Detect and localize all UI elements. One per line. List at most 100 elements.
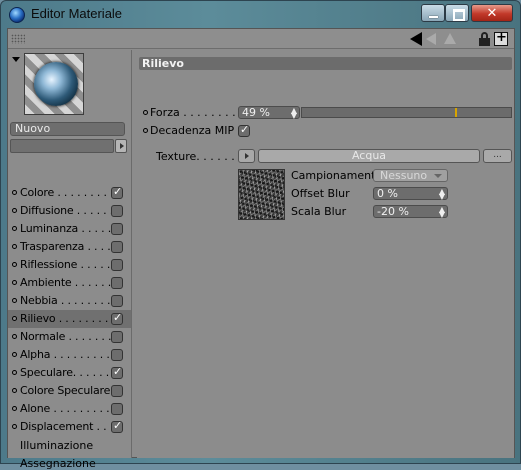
offset-blur-input[interactable]: 0 % ▲ ▼ <box>373 187 448 201</box>
channel-label: Diffusione . . . . . . <box>20 204 114 217</box>
new-window-icon[interactable] <box>494 30 508 46</box>
channel-item[interactable]: Nebbia . . . . . . . . <box>8 292 131 310</box>
channel-checkbox[interactable] <box>111 259 123 271</box>
mip-checkbox[interactable] <box>238 123 250 137</box>
animate-dot-icon[interactable] <box>12 370 17 375</box>
channel-label: Rilievo . . . . . . . . <box>20 312 109 325</box>
animate-dot-icon[interactable] <box>12 334 17 339</box>
scala-blur-input[interactable]: -20 % ▲ ▼ <box>373 205 448 219</box>
channel-checkbox[interactable] <box>111 365 123 379</box>
channel-checkbox[interactable] <box>111 185 123 199</box>
animate-dot-icon[interactable] <box>12 298 17 303</box>
channel-checkbox[interactable] <box>111 241 123 253</box>
preset-field[interactable] <box>10 139 114 153</box>
texture-name-button[interactable]: Acqua <box>258 149 480 163</box>
campionamento-label: Campionamento <box>291 169 383 182</box>
channel-item[interactable]: Speculare. . . . . . <box>8 364 131 382</box>
channel-item[interactable]: Colore Speculare <box>8 382 131 400</box>
lock-icon[interactable] <box>478 32 492 46</box>
illuminazione-item[interactable]: Illuminazione <box>20 439 93 452</box>
channel-checkbox[interactable] <box>111 331 123 343</box>
channel-item[interactable]: Displacement . . <box>8 418 131 436</box>
texture-menu-button[interactable] <box>238 149 255 163</box>
channel-checkbox[interactable] <box>111 419 123 433</box>
forza-input[interactable]: 49 % ▲ ▼ <box>238 106 300 120</box>
maximize-button[interactable] <box>445 4 469 22</box>
channel-item[interactable]: Normale . . . . . . . <box>8 328 131 346</box>
spinner-icon[interactable]: ▲ ▼ <box>291 107 297 120</box>
channel-item[interactable]: Ambiente . . . . . . <box>8 274 131 292</box>
animate-dot-icon[interactable] <box>12 352 17 357</box>
material-preview[interactable] <box>24 53 84 115</box>
animate-dot-icon[interactable] <box>143 110 148 115</box>
forza-label: Forza . . . . . . . . <box>143 106 236 119</box>
channel-label: Normale . . . . . . . <box>20 330 112 343</box>
channel-checkbox[interactable] <box>111 349 123 361</box>
channel-label: Speculare. . . . . . <box>20 366 110 379</box>
close-button[interactable]: ✕ <box>471 4 513 22</box>
spinner-icon[interactable]: ▲ ▼ <box>439 188 445 201</box>
scala-blur-label: Scala Blur <box>291 205 347 218</box>
animate-dot-icon[interactable] <box>12 316 17 321</box>
channel-label: Alpha . . . . . . . . . <box>20 348 110 361</box>
animate-dot-icon[interactable] <box>12 208 17 213</box>
spinner-icon[interactable]: ▲ ▼ <box>439 206 445 219</box>
slider-marker[interactable] <box>455 108 457 117</box>
chevron-down-icon <box>434 174 442 178</box>
channel-item[interactable]: Colore . . . . . . . . <box>8 184 131 202</box>
animate-dot-icon[interactable] <box>12 424 17 429</box>
channel-checkbox[interactable] <box>111 385 123 397</box>
preview-sphere <box>34 62 78 106</box>
channel-checkbox[interactable] <box>111 223 123 235</box>
forza-slider[interactable] <box>301 107 512 118</box>
channel-checkbox[interactable] <box>111 295 123 307</box>
animate-dot-icon[interactable] <box>143 128 148 133</box>
channel-checkbox[interactable] <box>111 205 123 217</box>
channel-item[interactable]: Riflessione . . . . . <box>8 256 131 274</box>
animate-dot-icon[interactable] <box>12 244 17 249</box>
toolbar <box>8 29 514 49</box>
channel-item[interactable]: Luminanza . . . . . <box>8 220 131 238</box>
offset-blur-label: Offset Blur <box>291 187 350 200</box>
animate-dot-icon[interactable] <box>12 388 17 393</box>
channel-label: Displacement . . <box>20 420 107 433</box>
animate-dot-icon[interactable] <box>12 262 17 267</box>
channel-sidebar: Nuovo Colore . . . . . . . . Diffusione .… <box>8 50 132 470</box>
channel-item[interactable]: Diffusione . . . . . . <box>8 202 131 220</box>
close-icon: ✕ <box>486 6 498 21</box>
preset-arrow-button[interactable] <box>115 139 127 153</box>
channel-label: Ambiente . . . . . . <box>20 276 112 289</box>
material-name-field[interactable]: Nuovo <box>10 122 125 136</box>
minimize-button[interactable] <box>421 4 445 22</box>
channel-label: Riflessione . . . . . <box>20 258 111 271</box>
channel-checkbox[interactable] <box>111 403 123 415</box>
up-arrow-icon[interactable] <box>444 33 456 44</box>
title-bar[interactable]: Editor Materiale ✕ <box>1 1 520 27</box>
channel-item[interactable]: Trasparenza . . . . <box>8 238 131 256</box>
channel-label: Alone . . . . . . . . . <box>20 402 110 415</box>
channel-label: Nebbia . . . . . . . . <box>20 294 111 307</box>
mip-label: Decadenza MIP <box>143 124 234 137</box>
channel-label: Colore Speculare <box>20 384 111 397</box>
animate-dot-icon[interactable] <box>12 190 17 195</box>
back-arrow-icon[interactable] <box>410 32 422 46</box>
animate-dot-icon[interactable] <box>12 226 17 231</box>
grip-icon[interactable] <box>11 34 25 44</box>
texture-browse-button[interactable]: ... <box>483 149 512 163</box>
preview-menu-icon[interactable] <box>12 57 20 62</box>
material-editor-window: Editor Materiale ✕ Nuovo Colore . . . . … <box>0 0 521 470</box>
channel-checkbox[interactable] <box>111 311 123 325</box>
animate-dot-icon[interactable] <box>12 406 17 411</box>
forward-arrow-icon[interactable] <box>426 33 436 45</box>
channel-item[interactable]: Alpha . . . . . . . . . <box>8 346 131 364</box>
campionamento-dropdown[interactable]: Nessuno <box>373 169 448 182</box>
channel-label: Colore . . . . . . . . <box>20 186 107 199</box>
channel-item[interactable]: Alone . . . . . . . . . <box>8 400 131 418</box>
window-title: Editor Materiale <box>31 6 123 21</box>
animate-dot-icon[interactable] <box>12 280 17 285</box>
cinema4d-app-icon <box>9 7 25 23</box>
section-header: Rilievo <box>139 57 512 70</box>
channel-checkbox[interactable] <box>111 277 123 289</box>
texture-thumbnail <box>238 169 285 220</box>
channel-item[interactable]: Rilievo . . . . . . . . <box>8 310 131 328</box>
